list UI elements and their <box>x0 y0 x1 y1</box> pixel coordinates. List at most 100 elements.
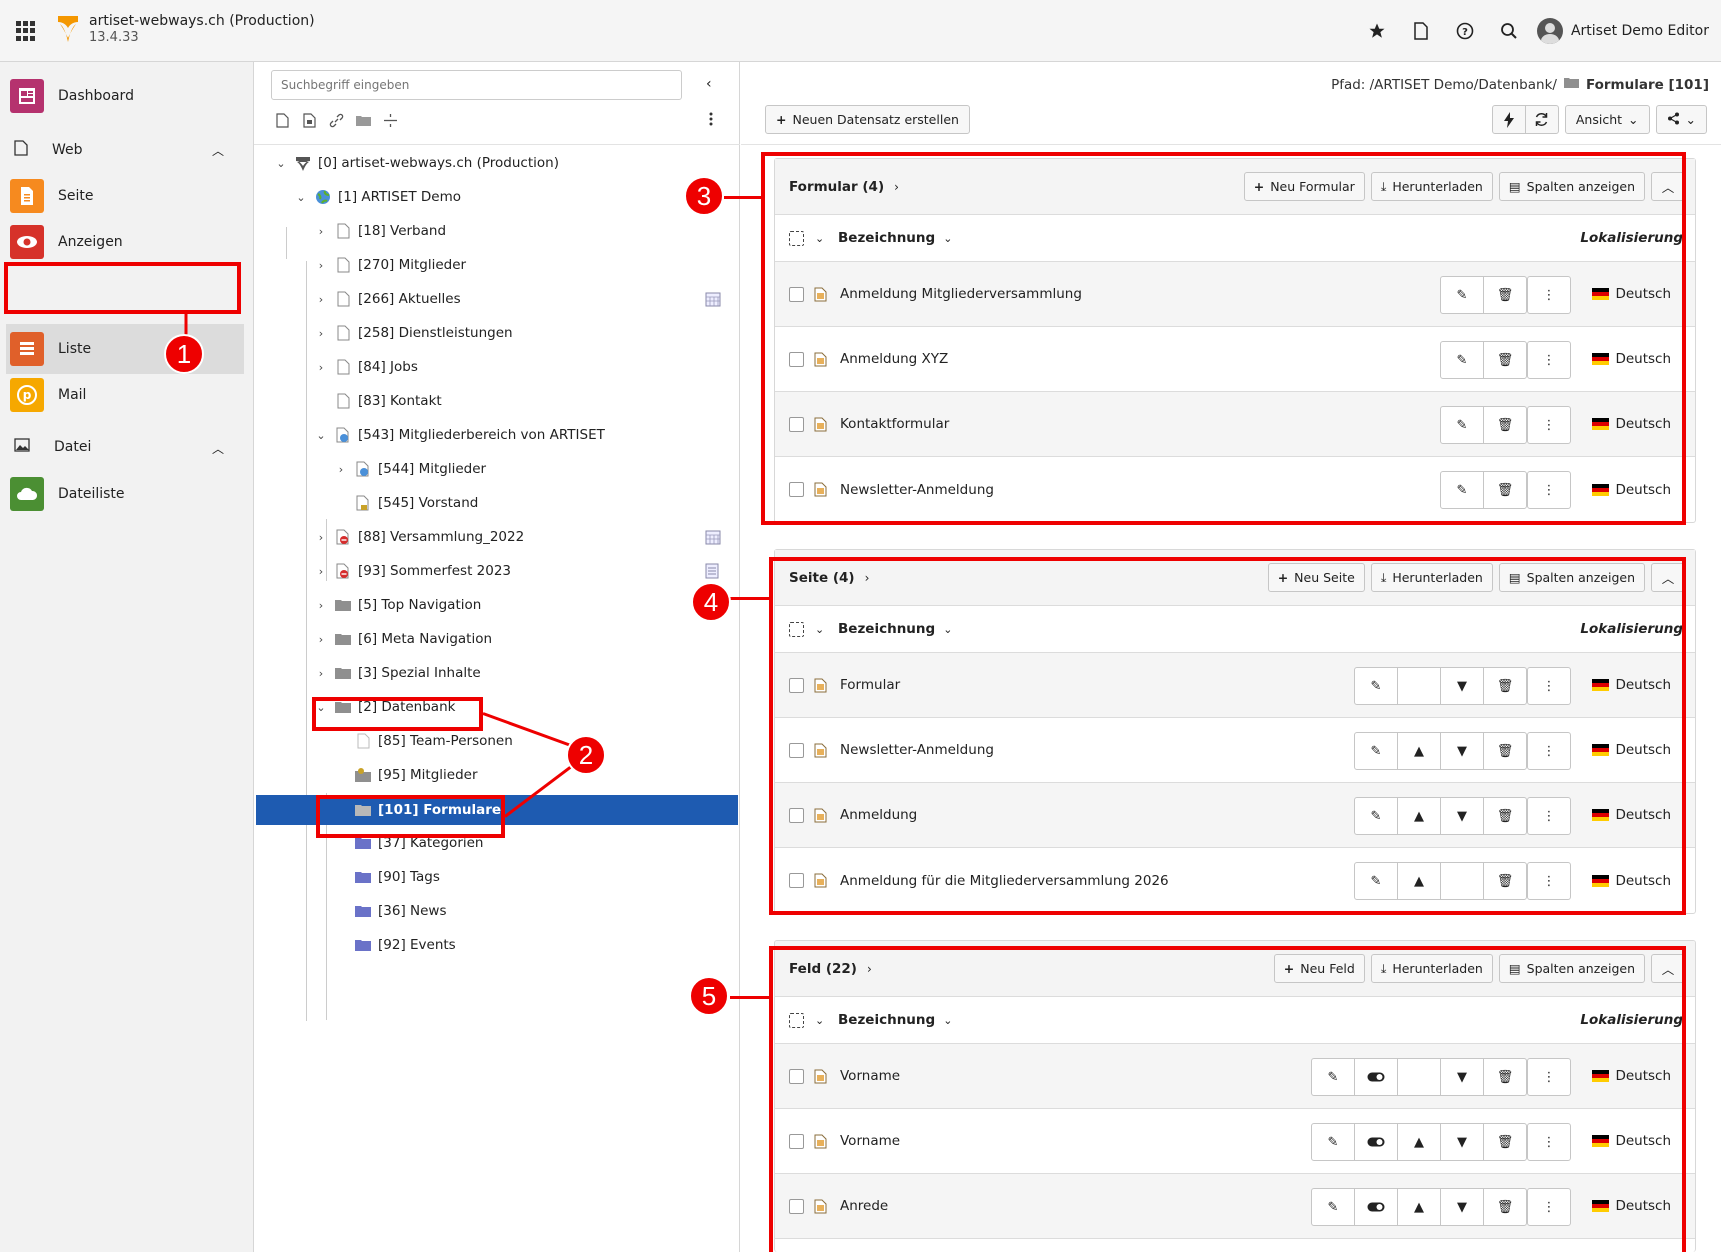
delete-icon[interactable]: 🗑 <box>1483 797 1527 835</box>
module-dateiliste[interactable]: Dateiliste <box>10 475 125 513</box>
edit-icon[interactable]: ✎ <box>1311 1188 1355 1226</box>
tree-node[interactable]: [545] Vorstand <box>334 488 478 518</box>
more-vertical-icon[interactable]: ⋮ <box>1527 276 1571 314</box>
select-all-checkbox[interactable] <box>789 230 804 246</box>
folder-icon[interactable] <box>355 112 372 129</box>
chevron-right-icon[interactable]: › <box>894 180 899 194</box>
move-down-icon[interactable]: ▼ <box>1440 1123 1484 1161</box>
row-checkbox[interactable] <box>789 416 804 432</box>
more-vertical-icon[interactable]: ⋮ <box>1527 341 1571 379</box>
divider-icon[interactable] <box>382 112 399 129</box>
chevron-right-icon[interactable]: › <box>314 599 328 612</box>
edit-icon[interactable]: ✎ <box>1354 667 1398 705</box>
chevron-right-icon[interactable]: › <box>314 259 328 272</box>
more-vertical-icon[interactable]: ⋮ <box>1527 1123 1571 1161</box>
download-button[interactable]: ⤓ Herunterladen <box>1370 954 1493 983</box>
document-icon[interactable] <box>1399 17 1443 45</box>
more-vertical-icon[interactable] <box>709 112 713 130</box>
collapse-button[interactable]: ︿ <box>1651 954 1685 983</box>
chevron-right-icon[interactable]: › <box>314 531 328 544</box>
chevron-down-icon[interactable]: ⌄ <box>274 157 288 170</box>
bookmark-star-icon[interactable] <box>1355 17 1399 45</box>
move-up-icon[interactable]: ▲ <box>1397 1188 1441 1226</box>
row-checkbox[interactable] <box>789 677 804 693</box>
row-checkbox[interactable] <box>789 1198 804 1214</box>
chevron-right-icon[interactable]: › <box>314 633 328 646</box>
chevron-down-icon[interactable]: ⌄ <box>314 429 328 442</box>
row-checkbox[interactable] <box>789 1133 804 1149</box>
module-mail[interactable]: p Mail <box>10 376 86 414</box>
tree-node[interactable]: › [93] Sommerfest 2023 <box>314 556 511 586</box>
chevron-down-icon[interactable]: ⌄ <box>294 191 308 204</box>
tree-node-selected[interactable]: [101] Formulare <box>256 795 738 825</box>
move-down-icon[interactable]: ▼ <box>1440 732 1484 770</box>
more-vertical-icon[interactable]: ⋮ <box>1527 406 1571 444</box>
chevron-down-icon[interactable]: ⌄ <box>943 232 952 245</box>
flash-icon[interactable] <box>1491 105 1526 134</box>
move-down-icon[interactable]: ▼ <box>1440 1188 1484 1226</box>
module-anzeigen[interactable]: Anzeigen <box>10 223 123 261</box>
chevron-right-icon[interactable]: › <box>865 571 870 585</box>
search-icon[interactable] <box>1487 17 1531 45</box>
edit-icon[interactable]: ✎ <box>1354 862 1398 900</box>
chevron-up-icon[interactable]: ︿ <box>212 142 224 159</box>
move-up-icon[interactable]: ▲ <box>1397 862 1441 900</box>
link-icon[interactable] <box>328 112 345 129</box>
chevron-up-icon[interactable]: ︿ <box>212 440 224 457</box>
tree-node[interactable]: [85] Team-Personen <box>334 726 513 756</box>
delete-icon[interactable]: 🗑 <box>1483 732 1527 770</box>
move-up-icon[interactable]: ▲ <box>1397 797 1441 835</box>
more-vertical-icon[interactable]: ⋮ <box>1527 1058 1571 1096</box>
chevron-right-icon[interactable]: › <box>314 667 328 680</box>
user-menu[interactable]: Artiset Demo Editor <box>1536 18 1709 44</box>
select-all-checkbox[interactable] <box>789 621 804 637</box>
move-down-icon[interactable]: ▼ <box>1440 797 1484 835</box>
chevron-down-icon[interactable]: ⌄ <box>943 623 952 636</box>
row-checkbox[interactable] <box>789 482 804 497</box>
new-formular-button[interactable]: + Neu Formular <box>1243 172 1365 201</box>
row-checkbox[interactable] <box>789 1068 804 1084</box>
tree-node[interactable]: [83] Kontakt <box>314 386 442 416</box>
edit-icon[interactable]: ✎ <box>1440 276 1484 314</box>
row-checkbox[interactable] <box>789 807 804 823</box>
chevron-right-icon[interactable]: › <box>314 565 328 578</box>
delete-icon[interactable]: 🗑 <box>1483 406 1527 444</box>
chevron-right-icon[interactable]: › <box>334 463 348 476</box>
more-vertical-icon[interactable]: ⋮ <box>1527 1188 1571 1226</box>
module-group-datei[interactable]: Datei <box>14 438 91 456</box>
edit-icon[interactable]: ✎ <box>1440 406 1484 444</box>
delete-icon[interactable]: 🗑 <box>1483 1058 1527 1096</box>
download-button[interactable]: ⤓ Herunterladen <box>1370 172 1493 201</box>
row-checkbox[interactable] <box>789 286 804 302</box>
tree-search-input[interactable] <box>271 70 682 100</box>
show-columns-button[interactable]: ▤ Spalten anzeigen <box>1498 172 1645 201</box>
toggle-icon[interactable] <box>1354 1123 1398 1161</box>
tree-node[interactable]: › [270] Mitglieder <box>314 250 466 280</box>
tree-node[interactable]: › [88] Versammlung_2022 <box>314 522 524 552</box>
tree-node[interactable]: › [84] Jobs <box>314 352 418 382</box>
more-vertical-icon[interactable]: ⋮ <box>1527 667 1571 705</box>
toggle-icon[interactable] <box>1354 1188 1398 1226</box>
app-grid-icon[interactable] <box>16 21 36 41</box>
chevron-right-icon[interactable]: › <box>314 361 328 374</box>
collapse-button[interactable]: ︿ <box>1651 563 1685 592</box>
edit-icon[interactable]: ✎ <box>1440 471 1484 509</box>
chevron-down-icon[interactable]: ⌄ <box>815 623 824 636</box>
tree-node[interactable]: [92] Events <box>334 930 456 960</box>
row-checkbox[interactable] <box>789 873 804 888</box>
tree-node[interactable]: [37] Kategorien <box>334 828 483 858</box>
chevron-right-icon[interactable]: › <box>314 225 328 238</box>
move-up-icon[interactable]: ▲ <box>1397 1123 1441 1161</box>
select-all-checkbox[interactable] <box>789 1012 804 1028</box>
new-seite-button[interactable]: + Neu Seite <box>1267 563 1365 592</box>
tree-node[interactable]: [90] Tags <box>334 862 440 892</box>
edit-icon[interactable]: ✎ <box>1311 1058 1355 1096</box>
chevron-down-icon[interactable]: ⌄ <box>314 701 328 714</box>
delete-icon[interactable]: 🗑 <box>1483 276 1527 314</box>
more-vertical-icon[interactable]: ⋮ <box>1527 797 1571 835</box>
module-group-web[interactable]: Web <box>14 140 83 160</box>
edit-icon[interactable]: ✎ <box>1354 732 1398 770</box>
module-seite[interactable]: Seite <box>10 177 94 215</box>
shortcut-page-icon[interactable] <box>301 112 318 129</box>
delete-icon[interactable]: 🗑 <box>1483 862 1527 900</box>
